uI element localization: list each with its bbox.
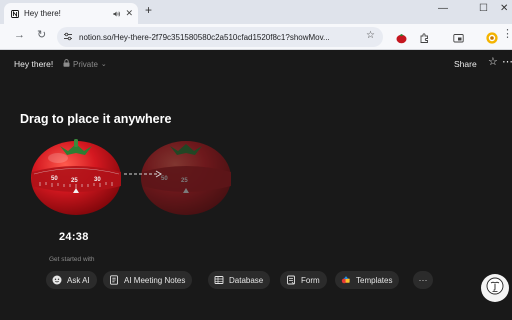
reload-icon[interactable]: ↻ [37, 30, 46, 41]
forward-icon[interactable]: → [14, 30, 25, 41]
browser-menu-icon[interactable]: ⋮ [502, 29, 512, 40]
chip-label: Database [229, 275, 264, 285]
ai-face-icon [52, 275, 62, 285]
browser-tab-strip: Hey there! ✕ + — ☐ ✕ [0, 0, 512, 24]
chip-label: Ask AI [67, 275, 90, 285]
chip-database[interactable]: Database [208, 271, 271, 289]
privacy-label: Private [73, 59, 98, 69]
extensions-icon[interactable] [419, 31, 430, 49]
drag-hint-heading: Drag to place it anywhere [20, 112, 172, 126]
more-options-icon[interactable]: ⋯ [502, 57, 512, 68]
dial-tick-label: 30 [94, 177, 101, 183]
page-header: Hey there! Private ⌄ Share ☆ ⋯ [0, 51, 512, 77]
browser-tab[interactable]: Hey there! ✕ [4, 3, 138, 24]
meeting-notes-icon [109, 275, 119, 285]
privacy-selector[interactable]: Private ⌄ [63, 59, 107, 69]
chip-ai-meeting-notes[interactable]: AI Meeting Notes [103, 271, 193, 289]
tab-title: Hey there! [24, 9, 61, 18]
chip-label: Form [301, 275, 320, 285]
close-window-icon[interactable]: ✕ [500, 4, 508, 14]
screen: Hey there! ✕ + — ☐ ✕ → ↻ notion.so/Hey-t… [0, 0, 512, 320]
templates-icon [341, 275, 351, 285]
bookmark-star-icon[interactable]: ☆ [366, 31, 375, 41]
browser-toolbar: → ↻ notion.so/Hey-there-2f79c351580580c2… [0, 24, 512, 50]
audio-icon[interactable] [113, 10, 121, 18]
drag-arrow-icon [124, 170, 162, 178]
profile-avatar[interactable] [486, 31, 498, 49]
dial-tick-label: 25 [71, 178, 78, 184]
tab-search-icon[interactable] [453, 31, 464, 49]
site-settings-icon[interactable] [63, 28, 73, 46]
chip-ask-ai[interactable]: Ask AI [46, 271, 97, 289]
help-button[interactable] [481, 274, 509, 302]
address-bar[interactable]: notion.so/Hey-there-2f79c351580580c2a510… [57, 27, 383, 47]
url-text[interactable]: notion.so/Hey-there-2f79c351580580c2a510… [79, 33, 359, 42]
close-tab-icon[interactable]: ✕ [125, 9, 133, 18]
ghost-tick-label: 50 [161, 176, 168, 182]
more-chips-button[interactable]: ··· [413, 271, 433, 289]
page-title[interactable]: Hey there! [14, 59, 53, 69]
share-button[interactable]: Share [454, 59, 477, 69]
pomodoro-timer[interactable]: 50 25 30 [31, 139, 121, 215]
maximize-icon[interactable]: ☐ [479, 4, 488, 14]
chip-templates[interactable]: Templates [335, 271, 400, 289]
tomato-extension-icon[interactable] [396, 31, 407, 49]
form-icon [286, 275, 296, 285]
minimize-icon[interactable]: — [438, 4, 448, 14]
chip-label: AI Meeting Notes [124, 275, 186, 285]
pomodoro-timer-ghost: 50 25 [141, 141, 231, 215]
dial-tick-label: 50 [51, 176, 58, 182]
database-icon [214, 275, 224, 285]
notion-favicon-icon [11, 9, 19, 18]
chip-form[interactable]: Form [280, 271, 327, 289]
lock-icon [63, 59, 70, 69]
chevron-down-icon: ⌄ [100, 61, 107, 68]
ghost-tick-label: 25 [181, 178, 188, 184]
new-tab-button[interactable]: + [145, 4, 152, 16]
favorite-star-icon[interactable]: ☆ [488, 57, 498, 68]
assistant-face-icon [486, 277, 504, 300]
chip-label: Templates [356, 275, 393, 285]
get-started-label: Get started with [49, 256, 95, 263]
timer-readout: 24:38 [59, 231, 89, 243]
